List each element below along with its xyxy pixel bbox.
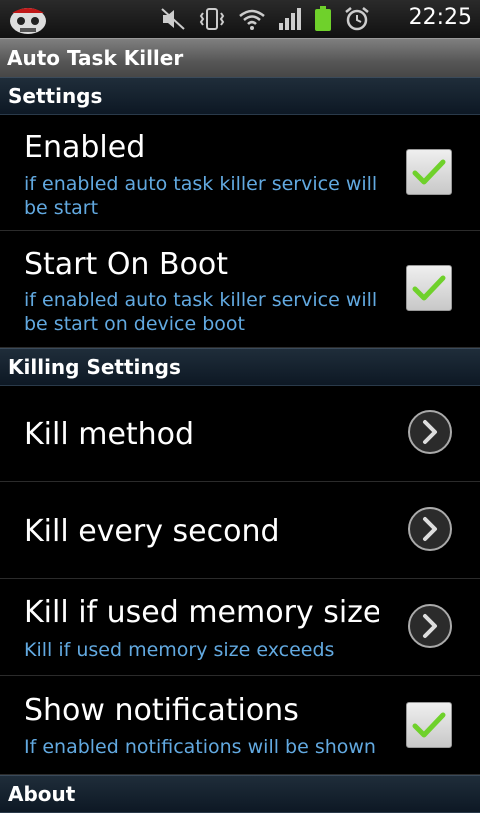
pref-kill-every-second[interactable]: Kill every second — [0, 482, 480, 579]
category-about: About — [0, 775, 480, 813]
mute-icon — [161, 8, 185, 30]
title-bar: Auto Task Killer — [0, 38, 480, 77]
battery-icon — [315, 6, 331, 31]
start-on-boot-checkbox[interactable] — [406, 265, 452, 311]
pref-summary: Kill if used memory size exceeds — [24, 639, 335, 661]
checkmark-icon — [412, 159, 446, 185]
enabled-checkbox[interactable] — [406, 149, 452, 195]
pref-title: Enabled — [24, 130, 146, 165]
checkmark-icon — [412, 712, 446, 738]
app-icon — [10, 8, 46, 34]
alarm-icon — [345, 7, 369, 31]
pref-title: Start On Boot — [24, 247, 229, 282]
pref-show-notifications[interactable]: Show notifications If enabled notificati… — [0, 676, 480, 775]
pref-summary: if enabled auto task killer service will… — [24, 173, 378, 219]
wifi-icon — [239, 9, 265, 30]
status-bar: 22:25 — [0, 0, 480, 38]
category-label: Settings — [8, 84, 103, 108]
pref-title: Kill method — [24, 417, 195, 452]
app-title: Auto Task Killer — [7, 46, 184, 70]
pref-title: Kill every second — [24, 514, 280, 549]
checkmark-icon — [412, 275, 446, 301]
category-label: About — [8, 782, 76, 806]
pref-kill-memory[interactable]: Kill if used memory size exceeds Kill if… — [0, 579, 480, 676]
pref-enabled[interactable]: Enabled if enabled auto task killer serv… — [0, 114, 480, 231]
pref-title: Show notifications — [24, 693, 299, 728]
clock: 22:25 — [408, 5, 472, 30]
show-notifications-checkbox[interactable] — [406, 702, 452, 748]
chevron-right-icon[interactable] — [407, 506, 453, 552]
chevron-right-icon[interactable] — [407, 409, 453, 455]
pref-kill-method[interactable]: Kill method — [0, 385, 480, 482]
category-settings: Settings — [0, 77, 480, 115]
pref-summary: If enabled notifications will be shown — [24, 736, 376, 758]
vibrate-icon — [199, 8, 225, 30]
signal-icon — [279, 8, 301, 30]
pref-title: Kill if used memory size exceeds — [24, 595, 379, 630]
category-killing-settings: Killing Settings — [0, 348, 480, 386]
chevron-right-icon[interactable] — [407, 603, 453, 649]
pref-summary: if enabled auto task killer service will… — [24, 289, 378, 335]
category-label: Killing Settings — [8, 355, 181, 379]
pref-start-on-boot[interactable]: Start On Boot if enabled auto task kille… — [0, 231, 480, 348]
